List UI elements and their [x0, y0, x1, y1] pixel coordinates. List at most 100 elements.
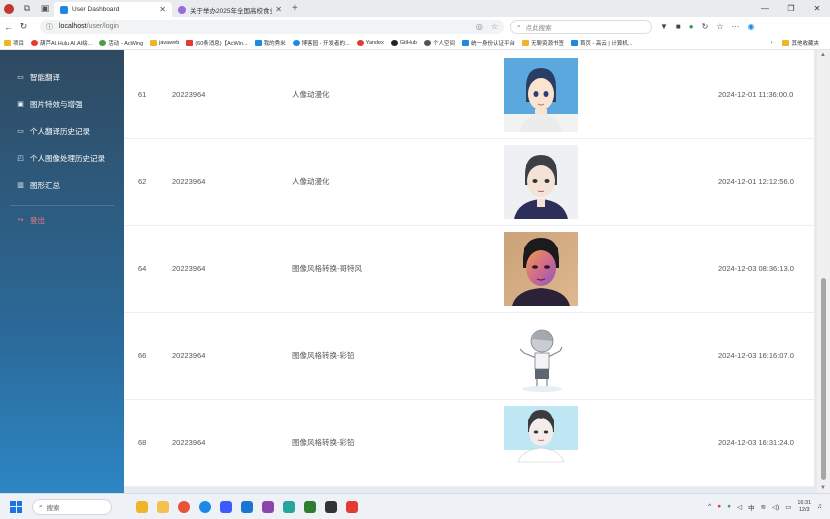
minimize-icon[interactable]: — — [752, 0, 778, 17]
app-icon[interactable] — [283, 500, 295, 513]
workspaces-icon[interactable]: ⧉ — [18, 0, 36, 17]
extension-shield-icon[interactable]: ▼ — [660, 22, 668, 31]
address-bar-row: ← ↻ ⓘ localhost/user/login ◎ ☆ ⌕ 点此搜索 ▼ … — [0, 17, 830, 36]
send-icon[interactable]: ◁ — [737, 503, 742, 511]
record-id: 68 — [138, 438, 147, 448]
refresh-extension-icon[interactable]: ↻ — [702, 22, 709, 31]
wps-icon[interactable] — [346, 500, 358, 513]
taskbar-search-label: 搜索 — [46, 504, 60, 512]
bookmark-item[interactable]: 无聊资源书签 — [522, 39, 564, 47]
chrome-icon[interactable] — [178, 500, 190, 513]
back-icon[interactable]: ← — [2, 22, 15, 32]
sidebar-item-image-effects[interactable]: ▣ 图片特效与增强 — [0, 93, 124, 115]
sidebar-item-label: 图形汇总 — [30, 180, 60, 190]
app-icon[interactable] — [304, 500, 316, 513]
record-image[interactable] — [504, 232, 578, 306]
record-image[interactable] — [504, 319, 578, 393]
record-user: 20223964 — [172, 351, 206, 361]
app-icon[interactable] — [220, 500, 232, 513]
bookmark-label: 活动 - AcWing — [108, 40, 144, 47]
taskbar-apps — [136, 500, 358, 513]
record-time: 2024-12-01 11:36:00.0 — [718, 90, 794, 100]
url-field[interactable]: ⓘ localhost/user/login ◎ ☆ — [40, 19, 504, 34]
bookmark-item[interactable]: 项目 — [4, 39, 24, 47]
taskbar-search[interactable]: ⌕ 搜索 — [32, 498, 112, 515]
taskbar-clock[interactable]: 16:31 12/3 — [797, 500, 811, 514]
sidebar-item-translate[interactable]: ▭ 智能翻译 — [0, 66, 124, 88]
sidebar-item-image-history[interactable]: ◰ 个人图像处理历史记录 — [0, 147, 124, 169]
edge-icon[interactable] — [199, 500, 211, 513]
bookmark-item[interactable]: (60条消息)【AcWin... — [186, 39, 248, 47]
bookmark-item[interactable]: 博客园 - 开发者的... — [292, 39, 350, 47]
widgets-icon[interactable] — [136, 500, 148, 513]
file-explorer-icon[interactable] — [157, 500, 169, 513]
translate-icon: ▭ — [17, 74, 24, 81]
other-favorites[interactable]: 其他收藏夹 — [782, 39, 819, 47]
chevron-right-icon[interactable]: › — [771, 40, 773, 46]
table-row: 61 20223964 人像动漫化 2024-12-01 11:36:00.0 — [124, 52, 814, 139]
record-image[interactable] — [504, 406, 578, 480]
record-user: 20223964 — [172, 177, 206, 187]
sidebar-item-charts[interactable]: ▥ 图形汇总 — [0, 174, 124, 196]
favorites-icon[interactable]: ☆ — [716, 22, 723, 31]
new-tab-icon[interactable]: + — [292, 3, 298, 14]
scrollbar-thumb[interactable] — [821, 278, 826, 480]
record-user: 20223964 — [172, 438, 206, 448]
volume-icon[interactable]: ◁) — [772, 503, 779, 511]
scroll-down-icon[interactable]: ▼ — [820, 485, 826, 491]
page-scrollbar[interactable]: ▲ ▼ — [817, 50, 830, 493]
favorite-star-icon[interactable]: ☆ — [491, 22, 498, 31]
system-tray: ^ ● ● ◁ 中 ≋ ◁) ▭ 16:31 12/3 ♫ — [708, 500, 822, 514]
bookmark-item[interactable]: 我的秀米 — [254, 39, 286, 47]
pencil-style-portrait-image — [504, 406, 578, 480]
extension-green-icon[interactable]: ● — [689, 22, 694, 31]
sidebar-item-label: 个人翻译历史记录 — [30, 126, 90, 136]
record-id: 61 — [138, 90, 147, 100]
windows-start-icon[interactable] — [10, 500, 22, 513]
vscode-icon[interactable] — [241, 500, 253, 513]
close-window-icon[interactable]: ✕ — [804, 0, 830, 17]
tab-title: User Dashboard — [72, 6, 120, 13]
tab-actions-icon[interactable]: ▣ — [36, 0, 54, 17]
web-search-input[interactable]: ⌕ 点此搜索 — [510, 19, 652, 34]
bookmark-item[interactable]: 活动 - AcWing — [99, 39, 143, 47]
visual-studio-icon[interactable] — [262, 500, 274, 513]
bookmark-item[interactable]: 统一身份认证平台 — [461, 39, 515, 47]
site-info-icon[interactable]: ⓘ — [46, 22, 53, 32]
restore-icon[interactable]: ❐ — [778, 0, 804, 17]
bookmark-item[interactable]: 个人空间 — [423, 39, 455, 47]
bookmark-item[interactable]: 首页 - 高云 | 计算机... — [571, 39, 632, 47]
read-aloud-icon[interactable]: ◎ — [476, 22, 483, 31]
window-controls: — ❐ ✕ — [752, 0, 830, 17]
notification-bell-icon[interactable]: ♫ — [817, 503, 822, 510]
bookmark-label: 统一身份认证平台 — [470, 40, 515, 47]
record-image[interactable] — [504, 58, 578, 132]
app-icon[interactable] — [325, 500, 337, 513]
wifi-icon[interactable]: ≋ — [761, 503, 766, 511]
image-icon: ▣ — [17, 101, 24, 108]
tab-news[interactable]: 关于举办2025年全国高校食业研讨 ✕ — [172, 2, 288, 17]
battery-icon[interactable]: ▭ — [785, 503, 791, 511]
sidebar-item-translate-history[interactable]: ▭ 个人翻译历史记录 — [0, 120, 124, 142]
close-tab-icon[interactable]: ✕ — [159, 5, 166, 14]
chevron-up-icon[interactable]: ^ — [708, 503, 711, 510]
anime-portrait-image — [504, 145, 578, 219]
extension-icon[interactable]: ■ — [676, 22, 681, 31]
scroll-up-icon[interactable]: ▲ — [820, 52, 826, 58]
tab-user-dashboard[interactable]: User Dashboard ✕ — [54, 2, 172, 17]
bookmark-item[interactable]: javaweb — [150, 39, 179, 46]
tray-app-icon[interactable]: ● — [727, 503, 731, 510]
reload-icon[interactable]: ↻ — [17, 21, 30, 32]
bookmark-item[interactable]: 葫芦AI.Hulu AI.AI绘... — [31, 39, 92, 47]
copilot-icon[interactable]: ◉ — [747, 22, 754, 31]
sidebar-item-logout[interactable]: ↪ 登出 — [0, 209, 124, 231]
record-image[interactable] — [504, 145, 578, 219]
ime-indicator[interactable]: 中 — [748, 502, 755, 512]
bookmark-item[interactable]: Yandex — [356, 39, 384, 46]
more-icon[interactable]: ··· — [731, 22, 739, 31]
translate-history-icon: ▭ — [17, 128, 24, 135]
close-tab-icon[interactable]: ✕ — [275, 5, 282, 14]
tray-app-icon[interactable]: ● — [717, 503, 721, 510]
profile-icon[interactable] — [0, 0, 18, 17]
bookmark-item[interactable]: GitHub — [390, 39, 417, 46]
